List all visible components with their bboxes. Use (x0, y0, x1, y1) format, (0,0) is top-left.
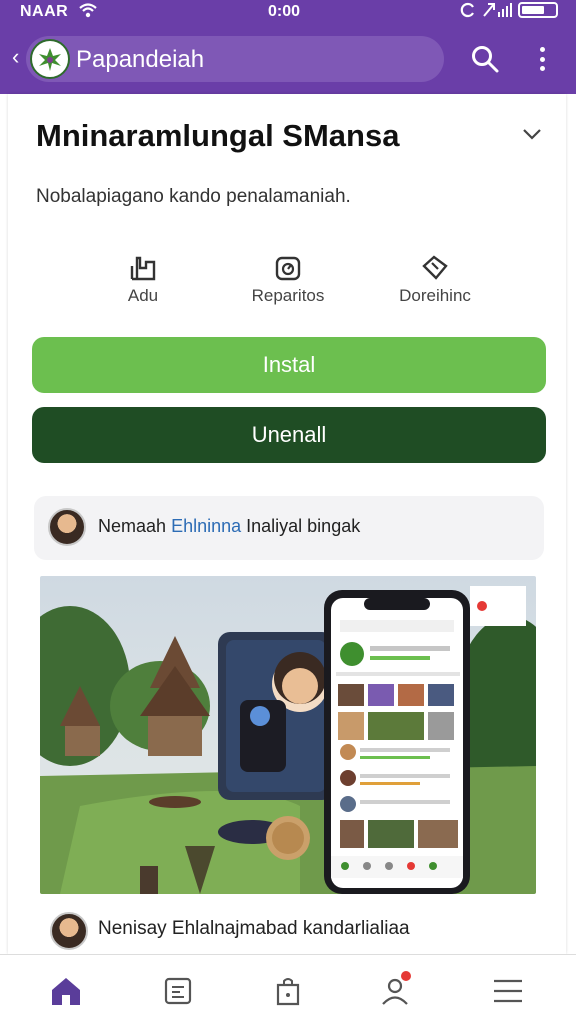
signal-icon (483, 3, 512, 17)
carrier-label: NAAR (20, 3, 69, 20)
search-icon[interactable] (470, 44, 500, 74)
home-icon (52, 978, 80, 1005)
menu-icon (494, 979, 522, 1003)
app-name: Mninaramlungal SMansa (36, 118, 400, 153)
app-logo (30, 39, 70, 79)
chevron-down-icon[interactable] (520, 122, 544, 146)
app-bar-title: Papandeiah (76, 46, 205, 73)
nav-menu[interactable] (488, 971, 528, 1011)
news-icon (164, 977, 192, 1005)
bottom-navigation (0, 954, 576, 1024)
action-tag-label: Doreihinc (399, 286, 471, 305)
avatar (48, 508, 86, 546)
wifi-icon (79, 3, 97, 18)
install-button[interactable]: Instal (32, 337, 546, 393)
app-detail-card: Mninaramlungal SMansa Nobalapiagano kand… (8, 94, 566, 954)
reviewer-name: Nemaah (98, 516, 167, 536)
action-add[interactable]: Adu (68, 254, 218, 306)
tag-icon (422, 255, 448, 280)
nav-news[interactable] (158, 971, 198, 1011)
shopping-bag-icon (276, 978, 300, 1006)
sync-icon (460, 2, 474, 18)
system-icons (460, 2, 558, 18)
more-options-icon[interactable] (530, 44, 554, 74)
action-add-label: Adu (127, 286, 159, 305)
notification-badge (401, 971, 411, 981)
avatar (50, 912, 88, 950)
add-icon (130, 256, 156, 281)
uninstall-button[interactable]: Unenall (32, 407, 546, 463)
nav-bag[interactable] (268, 971, 308, 1011)
battery-icon (518, 2, 558, 18)
title-pill[interactable]: Papandeiah (26, 36, 444, 82)
app-screenshot-image[interactable] (40, 576, 536, 894)
report-icon (275, 256, 301, 281)
reviewer-rest: Inaliyal bingak (246, 516, 361, 536)
action-reports[interactable]: Reparitos (213, 254, 363, 306)
action-tag[interactable]: Doreihinc (360, 254, 510, 306)
reviewer-row[interactable]: Nemaah Ehlninna Inaliyal bingak (34, 496, 544, 560)
app-description: Nobalapiagano kando penalamaniah. (36, 186, 351, 207)
app-bar: ‹ Papandeiah (0, 24, 576, 94)
leaf-logo-icon (39, 48, 61, 71)
nav-home[interactable] (46, 971, 86, 1011)
reviewer-link[interactable]: Ehlninna (171, 516, 241, 536)
clock: 0:00 (268, 3, 301, 20)
comment-text: Nenisay Ehlalnajmabad kandarlialiaa (98, 918, 410, 939)
status-bar: NAAR 0:00 (0, 0, 576, 24)
back-icon[interactable]: ‹ (12, 44, 19, 70)
reviewer-text: Nemaah Ehlninna Inaliyal bingak (98, 516, 360, 537)
nav-profile[interactable] (375, 971, 415, 1011)
action-reports-label: Reparitos (251, 286, 325, 305)
